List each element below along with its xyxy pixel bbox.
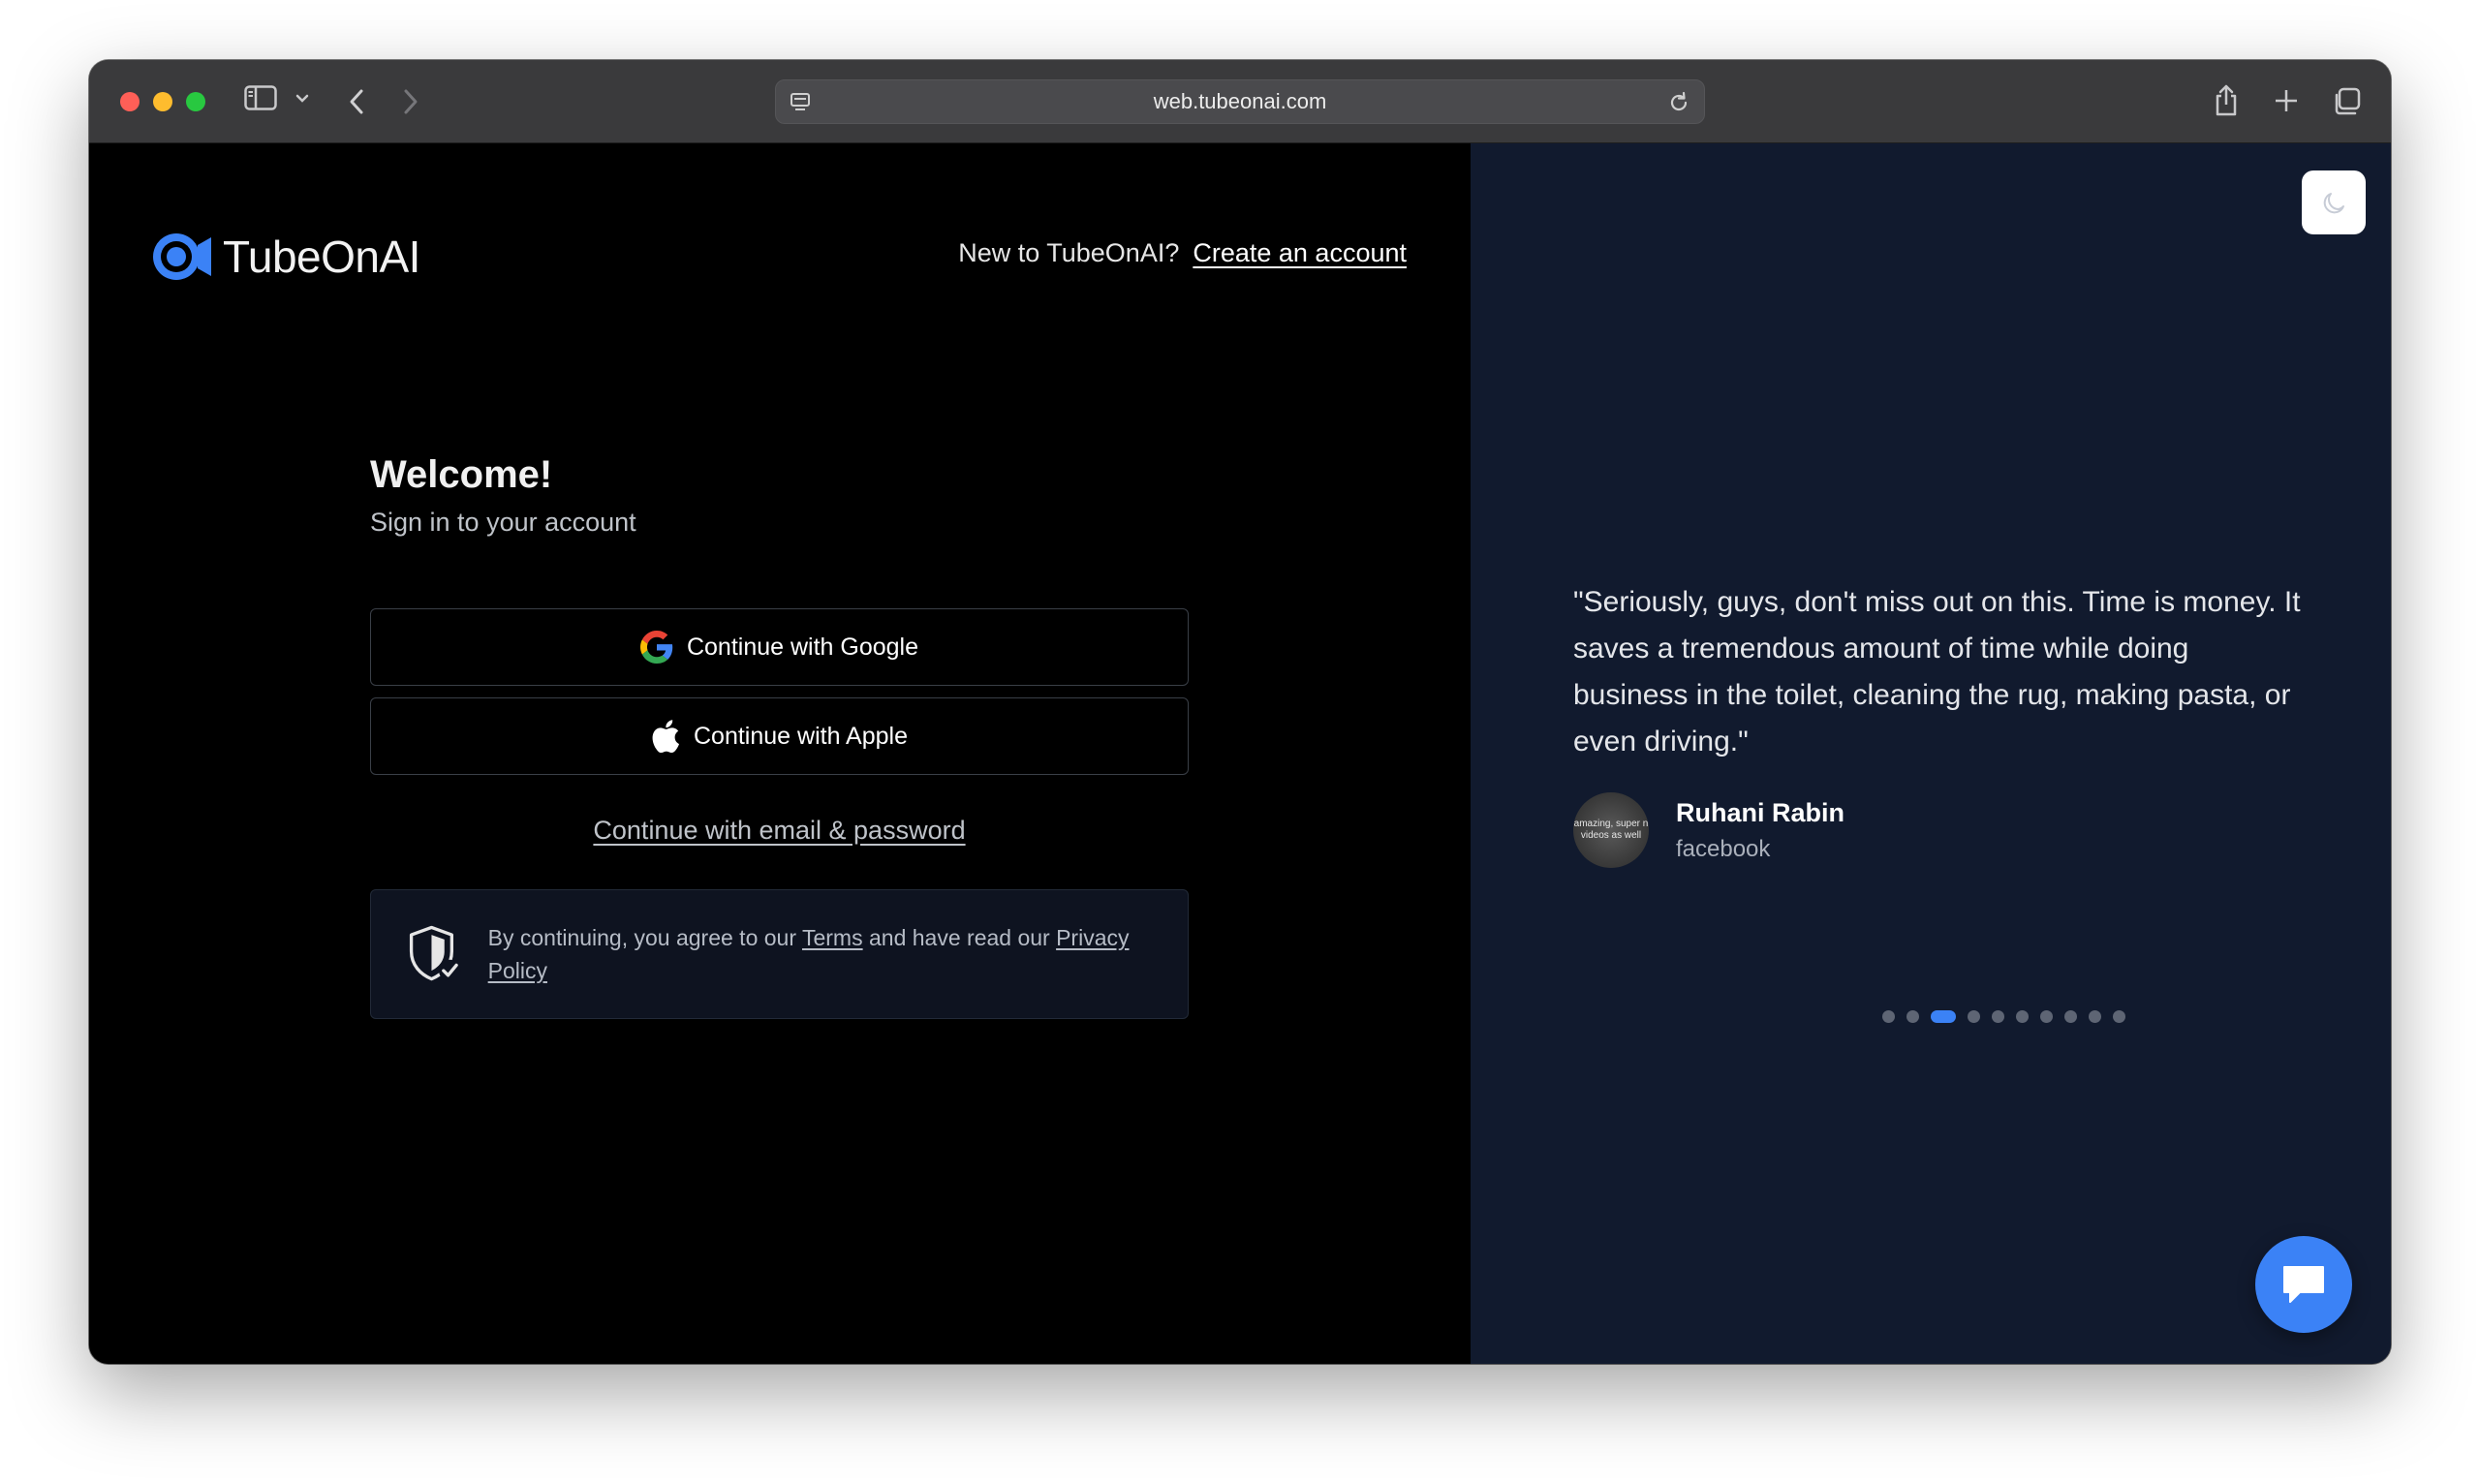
continue-with-email-link[interactable]: Continue with email & password [370, 816, 1189, 846]
logo[interactable]: TubeOnAI [151, 231, 420, 283]
carousel-dot[interactable] [2112, 1010, 2125, 1023]
forward-icon[interactable] [401, 87, 420, 116]
browser-toolbar: web.tubeonai.com [89, 60, 2391, 143]
testimonial-author: amazing, super n videos as well Ruhani R… [1573, 792, 1844, 868]
carousel-dot[interactable] [1991, 1010, 2004, 1023]
terms-notice: By continuing, you agree to our Terms an… [370, 889, 1189, 1019]
carousel-dot[interactable] [1930, 1010, 1956, 1023]
terms-link[interactable]: Terms [802, 925, 863, 950]
carousel-dot[interactable] [2015, 1010, 2029, 1023]
signup-prompt-row: New to TubeOnAI? Create an account [958, 238, 1407, 268]
google-icon [639, 631, 673, 664]
signup-prompt: New to TubeOnAI? [958, 238, 1180, 267]
testimonial-quote: "Seriously, guys, don't miss out on this… [1573, 586, 2301, 757]
minimize-window-button[interactable] [153, 92, 172, 111]
carousel-dot[interactable] [1906, 1010, 1919, 1023]
shield-check-icon [409, 925, 461, 982]
page-subtitle: Sign in to your account [370, 508, 636, 537]
tab-overview-icon[interactable] [2331, 86, 2362, 117]
avatar-text: amazing, super n videos as well [1573, 819, 1649, 841]
author-source: facebook [1676, 835, 1771, 862]
tubeonai-logo-icon [153, 233, 211, 280]
close-window-button[interactable] [120, 92, 140, 111]
terms-middle: and have read our [869, 925, 1050, 950]
terms-text: By continuing, you agree to our Terms an… [488, 921, 1159, 987]
chevron-down-icon[interactable] [294, 93, 310, 105]
share-icon[interactable] [2213, 83, 2240, 118]
carousel-dot[interactable] [2039, 1010, 2053, 1023]
google-button-label: Continue with Google [686, 633, 919, 661]
address-bar[interactable]: web.tubeonai.com [775, 79, 1705, 124]
zoom-window-button[interactable] [186, 92, 205, 111]
chat-bubble-icon [2283, 1266, 2324, 1303]
reload-icon[interactable] [1667, 91, 1690, 119]
carousel-dot[interactable] [1967, 1010, 1980, 1023]
page-title: Welcome! [370, 453, 553, 496]
moon-icon [2323, 193, 2344, 214]
url-text: web.tubeonai.com [1153, 89, 1327, 113]
back-icon[interactable] [347, 87, 366, 116]
new-tab-icon[interactable] [2273, 87, 2300, 114]
sidebar-toggle-icon[interactable] [244, 85, 277, 110]
continue-with-google-button[interactable]: Continue with Google [370, 608, 1189, 686]
testimonial-panel: "Seriously, guys, don't miss out on this… [1471, 143, 2391, 1364]
terms-prefix: By continuing, you agree to our [487, 925, 796, 950]
author-name: Ruhani Rabin [1676, 797, 1844, 827]
browser-window: web.tubeonai.com TubeOnAI New to TubeOnA… [89, 60, 2391, 1364]
create-account-link[interactable]: Create an account [1193, 238, 1407, 268]
page-content: TubeOnAI New to TubeOnAI? Create an acco… [89, 143, 2391, 1364]
carousel-dot[interactable] [2063, 1010, 2077, 1023]
avatar: amazing, super n videos as well [1573, 792, 1649, 868]
carousel-dot[interactable] [2088, 1010, 2101, 1023]
carousel-pagination [1471, 1010, 2391, 1023]
theme-toggle-button[interactable] [2302, 170, 2366, 234]
apple-button-label: Continue with Apple [694, 722, 908, 750]
signin-panel: TubeOnAI New to TubeOnAI? Create an acco… [89, 143, 1471, 1364]
apple-icon [652, 720, 679, 753]
logo-text: TubeOnAI [223, 232, 420, 282]
continue-with-apple-button[interactable]: Continue with Apple [370, 697, 1189, 775]
chat-button[interactable] [2255, 1236, 2352, 1333]
carousel-dot[interactable] [1881, 1010, 1895, 1023]
